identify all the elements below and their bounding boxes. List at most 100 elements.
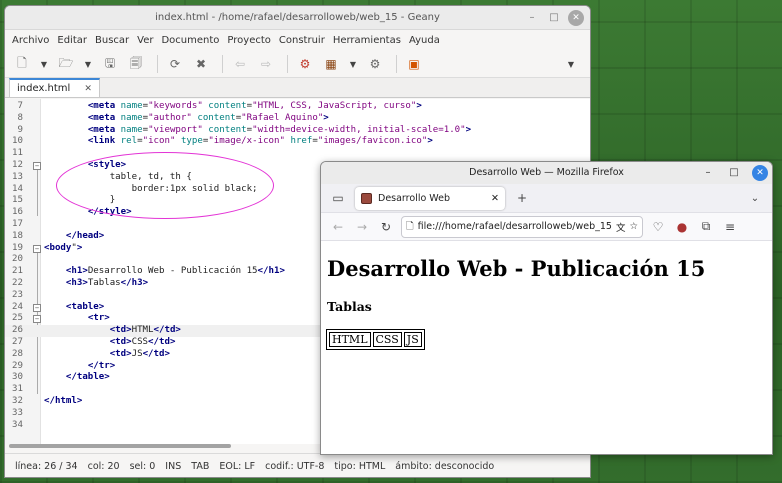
geany-statusbar: línea: 26 / 34 col: 20 sel: 0 INS TAB EO… [5,453,590,477]
open-file-icon[interactable]: 🗁 [55,53,77,75]
reload-icon[interactable]: ↻ [377,218,395,236]
build-dropdown-icon[interactable]: ▼ [346,53,360,75]
page-content: Desarrollo Web - Publicación 15 Tablas H… [321,242,772,454]
browser-tab[interactable]: Desarrollo Web ✕ [355,186,505,210]
menu-ayuda[interactable]: Ayuda [407,35,446,46]
line-number: 9 [17,124,23,135]
status-tab: TAB [191,461,210,472]
new-file-icon[interactable]: 🗋 [11,53,33,75]
back-icon[interactable]: ⇦ [229,53,251,75]
line-number: 31 [12,384,23,395]
maximize-icon[interactable]: □ [726,165,742,181]
table-cell: HTML [329,332,371,347]
firefox-navbar: ← → ↻ 🗋 file:///home/rafael/desarrollowe… [321,213,772,241]
horizontal-scrollbar[interactable] [9,444,231,448]
code-text: </tr> [87,360,116,371]
save-icon[interactable]: 🖫 [99,53,121,75]
line-number: 34 [12,419,23,430]
tab-close-icon[interactable]: ✕ [84,84,92,94]
new-file-dropdown-icon[interactable]: ▼ [37,53,51,75]
pocket-icon[interactable]: ♡ [649,218,667,236]
translate-icon[interactable]: 文 [616,220,626,234]
line-number: 12 [12,160,23,170]
menu-icon[interactable]: ≡ [721,218,739,236]
code-text: <td>HTML</td> [109,325,181,336]
fold-toggle-icon[interactable]: − [33,315,41,324]
line-number: 32 [12,396,23,406]
status-eol: EOL: LF [219,461,256,472]
menu-herramientas[interactable]: Herramientas [331,35,407,46]
browser-tab-title: Desarrollo Web [378,192,451,204]
favicon-icon [361,192,372,204]
menu-proyecto[interactable]: Proyecto [225,35,276,46]
forward-icon[interactable]: → [353,218,371,236]
line-number: 16 [12,207,23,218]
geany-window-title: index.html - /home/rafael/desarrolloweb/… [155,12,440,23]
line-number: 17 [12,219,23,229]
bookmark-star-icon[interactable]: ☆ [629,221,638,232]
compile-icon[interactable]: ⚙ [294,53,316,75]
status-scope: ámbito: desconocido [395,461,495,472]
tab-label: index.html [17,83,71,94]
execute-icon[interactable]: ⚙ [364,53,386,75]
forward-icon[interactable]: ⇨ [255,53,277,75]
save-all-icon[interactable]: 🗐 [125,53,147,75]
geany-menubar: Archivo Editar Buscar Ver Documento Proy… [5,30,590,51]
menu-buscar[interactable]: Buscar [93,35,135,46]
code-line[interactable]: 10 <link rel="icon" type="image/x-icon" … [5,136,590,148]
tab-close-icon[interactable]: ✕ [491,193,499,204]
fold-toggle-icon[interactable]: − [33,303,41,312]
status-line: línea: 26 / 34 [15,461,78,472]
minimize-icon[interactable]: – [700,165,716,181]
firefox-window[interactable]: Desarrollo Web — Mozilla Firefox – □ ✕ ▭… [320,161,773,455]
close-icon[interactable]: ✕ [568,10,584,26]
menu-construir[interactable]: Construir [277,35,331,46]
line-number: 10 [12,136,23,147]
page-subheading: Tablas [327,299,372,314]
extension-icon[interactable]: ● [673,218,691,236]
line-number: 8 [17,112,23,123]
maximize-icon[interactable]: □ [546,10,562,26]
extensions-puzzle-icon[interactable]: ⧉ [697,218,715,236]
close-icon[interactable]: ✕ [752,165,768,181]
code-text: <tr> [87,313,110,324]
menu-editar[interactable]: Editar [55,35,93,46]
code-line[interactable]: 8 <meta name="author" content="Rafael Aq… [5,112,590,125]
firefox-titlebar[interactable]: Desarrollo Web — Mozilla Firefox – □ ✕ [321,162,772,184]
color-chooser-icon[interactable]: ▣ [403,53,425,75]
open-file-dropdown-icon[interactable]: ▼ [81,53,95,75]
menu-ver[interactable]: Ver [135,35,159,46]
geany-tab-bar: index.html ✕ [5,78,590,98]
tab-index-html[interactable]: index.html ✕ [9,78,100,97]
build-icon[interactable]: ▦ [320,53,342,75]
code-text: <meta name="author" content="Rafael Aqui… [87,112,329,123]
line-number: 27 [12,337,23,347]
line-number: 33 [12,407,23,418]
fold-toggle-icon[interactable]: − [33,162,41,170]
menu-archivo[interactable]: Archivo [10,35,55,46]
geany-titlebar[interactable]: index.html - /home/rafael/desarrolloweb/… [5,6,590,30]
menu-documento[interactable]: Documento [159,35,225,46]
toolbar-separator [157,55,158,73]
line-number: 13 [12,171,23,182]
close-file-icon[interactable]: ✖ [190,53,212,75]
toolbar-overflow-icon[interactable]: ▼ [564,53,578,75]
fold-toggle-icon[interactable]: − [33,244,41,253]
new-tab-icon[interactable]: + [513,189,531,207]
line-number: 7 [17,101,23,111]
url-bar[interactable]: 🗋 file:///home/rafael/desarrolloweb/web_… [401,215,643,238]
page-table: HTML CSS JS [326,329,425,350]
code-line[interactable]: 11 [5,148,590,160]
tab-list-icon[interactable]: ▭ [329,189,347,207]
toolbar-separator [287,55,288,73]
code-line[interactable]: 7 <meta name="keywords" content="HTML, C… [5,101,590,113]
firefox-window-controls: – □ ✕ [700,165,768,181]
code-line[interactable]: 9 <meta name="viewport" content="width=d… [5,124,590,137]
line-number: 19 [12,242,23,253]
chevron-down-icon[interactable]: ⌄ [746,189,764,207]
back-icon[interactable]: ← [329,218,347,236]
geany-window-controls: – □ ✕ [524,10,584,26]
minimize-icon[interactable]: – [524,10,540,26]
reload-icon[interactable]: ⟳ [164,53,186,75]
table-cell: JS [403,332,422,347]
